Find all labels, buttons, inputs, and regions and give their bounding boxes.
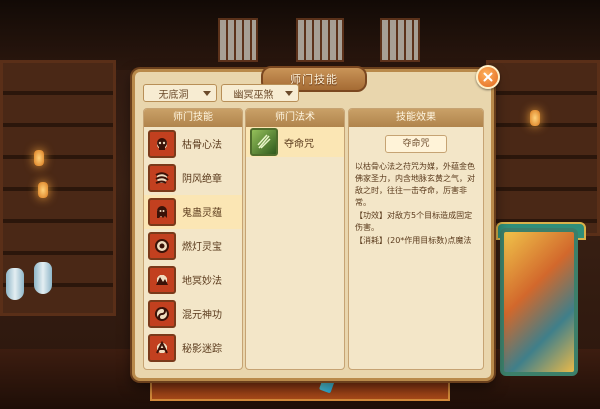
sect-skills-dialog: 师门技能 无底洞 幽冥巫煞 师门技能 枯骨心法 阴风绝章 鬼蛊灵蕴 燃灯灵宝 地… bbox=[132, 65, 500, 381]
skill-item[interactable]: 秘影迷踪 bbox=[144, 331, 242, 365]
chevron-down-icon bbox=[203, 90, 211, 96]
category-dropdown[interactable]: 幽冥巫煞 bbox=[221, 84, 299, 102]
claw-icon bbox=[250, 128, 278, 156]
vase-icon bbox=[34, 262, 52, 294]
lantern-icon bbox=[34, 150, 44, 166]
skill-item[interactable]: 混元神功 bbox=[144, 297, 242, 331]
spell-name: 夺命咒 bbox=[284, 138, 314, 150]
effect-description-block: 以枯骨心法之苻咒为媒，外蕴金色佛家圣力，内含地脉玄黄之气，对敌之时，往往一击夺命… bbox=[355, 161, 477, 247]
skill-name: 混元神功 bbox=[182, 310, 222, 321]
skill-name: 秘影迷踪 bbox=[182, 344, 222, 355]
lattice-window bbox=[218, 18, 258, 62]
skill-name: 鬼蛊灵蕴 bbox=[182, 208, 222, 219]
lantern-icon bbox=[530, 110, 540, 126]
skills-panel: 师门技能 枯骨心法 阴风绝章 鬼蛊灵蕴 燃灯灵宝 地冥妙法 混元神功 秘影迷踪 bbox=[143, 108, 243, 370]
effect-panel: 技能效果 夺命咒 以枯骨心法之苻咒为媒，外蕴金色佛家圣力，内含地脉玄黄之气，对敌… bbox=[348, 108, 484, 370]
lantern-icon bbox=[38, 182, 48, 198]
shadow-icon bbox=[148, 333, 176, 362]
close-icon bbox=[483, 72, 493, 82]
skills-panel-header: 师门技能 bbox=[144, 109, 242, 127]
skill-name: 枯骨心法 bbox=[182, 140, 222, 151]
effect-description: 以枯骨心法之苻咒为媒，外蕴金色佛家圣力，内含地脉玄黄之气，对敌之时，往往一击夺命… bbox=[355, 162, 475, 207]
skill-item[interactable]: 地冥妙法 bbox=[144, 263, 242, 297]
bookshelf-right bbox=[486, 60, 600, 236]
effect-function: 【功效】对敌方5个目标造成固定伤害。 bbox=[355, 211, 473, 232]
skill-item[interactable]: 枯骨心法 bbox=[144, 127, 242, 161]
folding-screen bbox=[500, 228, 578, 376]
effect-spell-name: 夺命咒 bbox=[385, 135, 447, 153]
spells-panel-header: 师门法术 bbox=[246, 109, 344, 127]
earth-icon bbox=[148, 265, 176, 294]
wind-icon bbox=[148, 163, 176, 192]
spell-item-selected[interactable]: 夺命咒 bbox=[246, 127, 344, 157]
close-button[interactable] bbox=[476, 65, 500, 89]
ghost-icon bbox=[148, 197, 176, 226]
school-dropdown[interactable]: 无底洞 bbox=[143, 84, 217, 102]
skill-name: 燃灯灵宝 bbox=[182, 242, 222, 253]
vase-icon bbox=[6, 268, 24, 300]
skill-item[interactable]: 燃灯灵宝 bbox=[144, 229, 242, 263]
lattice-window bbox=[380, 18, 420, 62]
skill-name: 阴风绝章 bbox=[182, 174, 222, 185]
spells-panel: 师门法术 夺命咒 bbox=[245, 108, 345, 370]
skill-item-selected[interactable]: 鬼蛊灵蕴 bbox=[144, 195, 242, 229]
lamp-icon bbox=[148, 231, 176, 260]
effect-cost: 【消耗】(20*作用目标数)点魔法 bbox=[355, 236, 472, 245]
lattice-window bbox=[296, 18, 344, 62]
chaos-icon bbox=[148, 299, 176, 328]
effect-panel-header: 技能效果 bbox=[349, 109, 483, 127]
skill-item[interactable]: 阴风绝章 bbox=[144, 161, 242, 195]
chevron-down-icon bbox=[285, 90, 293, 96]
school-dropdown-value: 无底洞 bbox=[158, 89, 189, 101]
skull-icon bbox=[148, 129, 176, 158]
category-dropdown-value: 幽冥巫煞 bbox=[233, 89, 274, 101]
skill-name: 地冥妙法 bbox=[182, 276, 222, 287]
